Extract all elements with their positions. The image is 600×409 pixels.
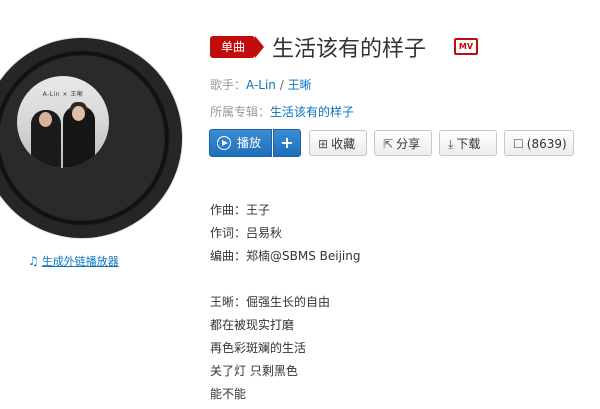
- lyric-line: 能不能: [210, 387, 247, 401]
- comment-count: (8639): [526, 137, 567, 151]
- lyric-line: 都在被现实打磨: [210, 318, 295, 332]
- download-label: 下载: [456, 137, 481, 151]
- generate-external-player-link[interactable]: ♫ 生成外链播放器: [28, 253, 119, 269]
- single-tag: 单曲: [210, 36, 265, 58]
- album-link[interactable]: 生活该有的样子: [270, 105, 354, 119]
- artist-link-a-lin[interactable]: A-Lin: [246, 78, 276, 92]
- album-cover-title: A-Lin × 王晰: [42, 91, 84, 98]
- share-label: 分享: [396, 137, 421, 151]
- cover-face-wang-xi: [72, 106, 85, 121]
- lyric-line: 作词：吕易秋: [210, 226, 283, 240]
- album-vinyl: A-Lin × 王晰: [0, 38, 182, 238]
- play-label: 播放: [237, 136, 262, 150]
- share-button[interactable]: ⇱ 分享: [374, 130, 432, 156]
- album-row: 所属专辑：生活该有的样子: [210, 103, 354, 120]
- cover-face-a-lin: [39, 112, 52, 127]
- comment-icon: ☐: [513, 137, 524, 151]
- singer-label: 歌手：: [210, 78, 247, 92]
- share-icon: ⇱: [383, 137, 394, 151]
- play-icon: [217, 136, 231, 150]
- album-label: 所属专辑：: [210, 105, 271, 119]
- add-to-playlist-button[interactable]: +: [273, 129, 301, 157]
- comment-button[interactable]: ☐ (8639): [504, 130, 574, 156]
- download-button[interactable]: ⤓ 下载: [439, 130, 497, 156]
- download-icon: ⤓: [448, 137, 454, 151]
- music-note-icon: ♫: [28, 254, 39, 268]
- album-cover[interactable]: A-Lin × 王晰: [17, 76, 109, 168]
- lyric-line: 编曲：郑楠@SBMS Beijing: [210, 249, 361, 263]
- mv-icon[interactable]: MV: [454, 38, 478, 55]
- lyric-line: 王晰：倔强生长的自由: [210, 295, 331, 309]
- artist-separator: /: [275, 78, 288, 92]
- song-title: 生活该有的样子: [272, 37, 427, 62]
- generate-link-label: 生成外链播放器: [41, 255, 119, 268]
- collect-label: 收藏: [331, 137, 356, 151]
- lyric-line: 关了灯 只剩黑色: [210, 364, 298, 378]
- lyric-line: 再色彩斑斓的生活: [210, 341, 307, 355]
- collect-button[interactable]: ⊞ 收藏: [309, 130, 367, 156]
- collect-icon: ⊞: [318, 137, 329, 151]
- play-button[interactable]: 播放: [209, 129, 272, 157]
- singer-row: 歌手：A-Lin / 王晰: [210, 76, 312, 93]
- lyric-line: 作曲：王子: [210, 203, 271, 217]
- artist-link-wang-xi[interactable]: 王晰: [288, 78, 312, 92]
